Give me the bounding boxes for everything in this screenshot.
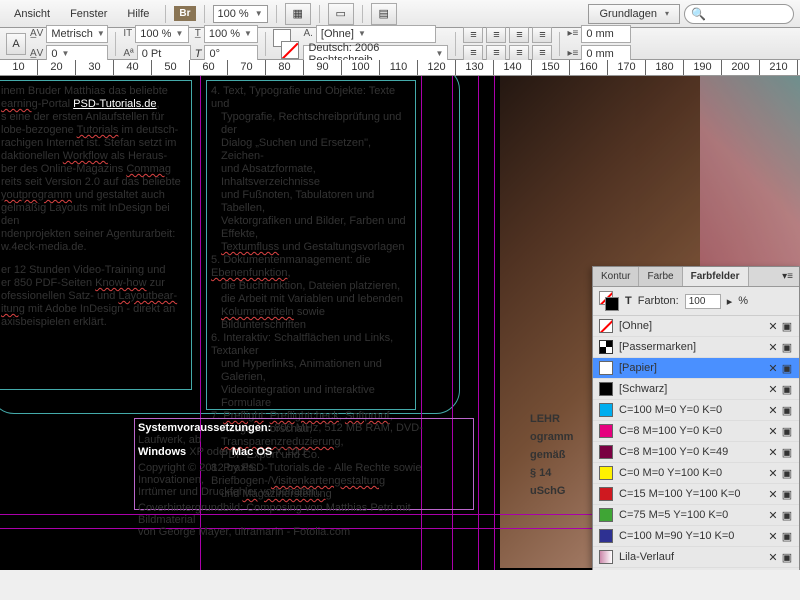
char-format-icon[interactable]: A — [6, 33, 26, 55]
justify-left-icon[interactable]: ≡ — [463, 45, 483, 61]
align-center-icon[interactable]: ≡ — [486, 27, 506, 43]
swatch-row[interactable]: C=100 M=0 Y=0 K=0✕▣ — [593, 400, 799, 421]
swatch-row[interactable]: [Papier]✕▣ — [593, 358, 799, 379]
skew-icon: T — [195, 48, 202, 60]
indent-left-icon: ▸≡ — [567, 28, 578, 39]
imprint-frame[interactable]: Systemvoraussetzungen: 800 MHz, 512 MB R… — [134, 418, 474, 510]
control-bar-1: A A̲VMetrisch▼ A̲V0▼ IT100 %▼ Aª0 Pt T̲1… — [0, 28, 800, 60]
swatch-row[interactable]: C=0 M=0 Y=0 K=8✕▣ — [593, 568, 799, 570]
align-right-icon[interactable]: ≡ — [509, 27, 529, 43]
vscale-field[interactable]: 100 %▼ — [135, 25, 189, 43]
arrange-icon[interactable]: ▤ — [371, 3, 397, 25]
workspace-select[interactable]: Grundlagen▾ — [588, 4, 680, 24]
kerning-icon: A̲V — [30, 28, 43, 39]
swatch-row[interactable]: [Schwarz]✕▣ — [593, 379, 799, 400]
swatch-row[interactable]: C=75 M=5 Y=100 K=0✕▣ — [593, 505, 799, 526]
tab-kontur[interactable]: Kontur — [593, 267, 639, 286]
indent-first-icon: ▸≡ — [567, 48, 578, 59]
text-frame-left[interactable]: inem Bruder Matthias das beliebte earnin… — [0, 80, 192, 390]
swatch-row[interactable]: [Ohne]✕▣ — [593, 316, 799, 337]
justify-right-icon[interactable]: ≡ — [509, 45, 529, 61]
tint-label: Farbton: — [638, 295, 679, 307]
fill-stroke-proxy[interactable] — [599, 291, 619, 311]
horizontal-ruler[interactable]: 1020304050607080901001101201301401501601… — [0, 60, 800, 76]
swatch-row[interactable]: [Passermarken]✕▣ — [593, 337, 799, 358]
kerning-field[interactable]: Metrisch▼ — [46, 25, 108, 43]
tint-slider-icon[interactable]: ▸ — [727, 295, 733, 308]
vscale-icon: IT — [123, 28, 132, 39]
panel-subheader: T Farbton: 100 ▸ % — [593, 287, 799, 316]
swatches-panel: Kontur Farbe Farbfelder ▾≡ T Farbton: 10… — [592, 266, 800, 570]
menu-fenster[interactable]: Fenster — [62, 4, 115, 24]
view-options-icon[interactable]: ▦ — [285, 3, 311, 25]
hscale-field[interactable]: 100 %▼ — [204, 25, 258, 43]
chevron-down-icon: ▼ — [255, 9, 263, 18]
tint-input[interactable]: 100 — [685, 294, 721, 309]
swatch-row[interactable]: C=15 M=100 Y=100 K=0✕▣ — [593, 484, 799, 505]
text-frame-right[interactable]: 4. Text, Typografie und Objekte: Texte u… — [206, 80, 416, 410]
indent-left-field[interactable]: 0 mm — [581, 25, 631, 43]
justify-icon[interactable]: ≡ — [532, 27, 552, 43]
tracking-icon: A̲V — [30, 48, 43, 59]
panel-tabs: Kontur Farbe Farbfelder ▾≡ — [593, 267, 799, 287]
baseline-icon: Aª — [123, 48, 133, 59]
zoom-select[interactable]: 100 %▼ — [213, 5, 268, 23]
justify-center-icon[interactable]: ≡ — [486, 45, 506, 61]
menu-ansicht[interactable]: Ansicht — [6, 4, 58, 24]
guide-vertical[interactable] — [478, 76, 479, 570]
stroke-swatch[interactable] — [281, 41, 299, 59]
search-icon: 🔍 — [691, 7, 706, 21]
justify-all-icon[interactable]: ≡ — [532, 45, 552, 61]
canvas[interactable]: inem Bruder Matthias das beliebte earnin… — [0, 76, 800, 570]
guide-vertical[interactable] — [494, 76, 495, 570]
char-style-icon: A. — [303, 28, 312, 39]
swatch-row[interactable]: C=100 M=90 Y=10 K=0✕▣ — [593, 526, 799, 547]
swatch-row[interactable]: C=8 M=100 Y=0 K=0✕▣ — [593, 421, 799, 442]
text-target-icon[interactable]: T — [625, 295, 632, 307]
panel-menu-icon[interactable]: ▾≡ — [776, 267, 799, 286]
swatch-row[interactable]: C=8 M=100 Y=0 K=49✕▣ — [593, 442, 799, 463]
swatch-row[interactable]: C=0 M=0 Y=100 K=0✕▣ — [593, 463, 799, 484]
menu-hilfe[interactable]: Hilfe — [119, 4, 157, 24]
side-label: LEHRogrammgemäß§ 14uSchG — [530, 410, 573, 500]
tab-farbe[interactable]: Farbe — [639, 267, 682, 286]
search-input[interactable]: 🔍 — [684, 4, 794, 24]
chevron-down-icon: ▾ — [665, 9, 669, 18]
swatch-list[interactable]: [Ohne]✕▣[Passermarken]✕▣[Papier]✕▣[Schwa… — [593, 316, 799, 570]
align-left-icon[interactable]: ≡ — [463, 27, 483, 43]
charstyle-field[interactable]: [Ohne]▼ — [316, 25, 436, 43]
screen-mode-icon[interactable]: ▭ — [328, 3, 354, 25]
swatch-row[interactable]: Lila-Verlauf✕▣ — [593, 547, 799, 568]
tab-farbfelder[interactable]: Farbfelder — [683, 267, 749, 286]
hscale-icon: T̲ — [195, 28, 201, 39]
bridge-badge[interactable]: Br — [174, 6, 195, 21]
